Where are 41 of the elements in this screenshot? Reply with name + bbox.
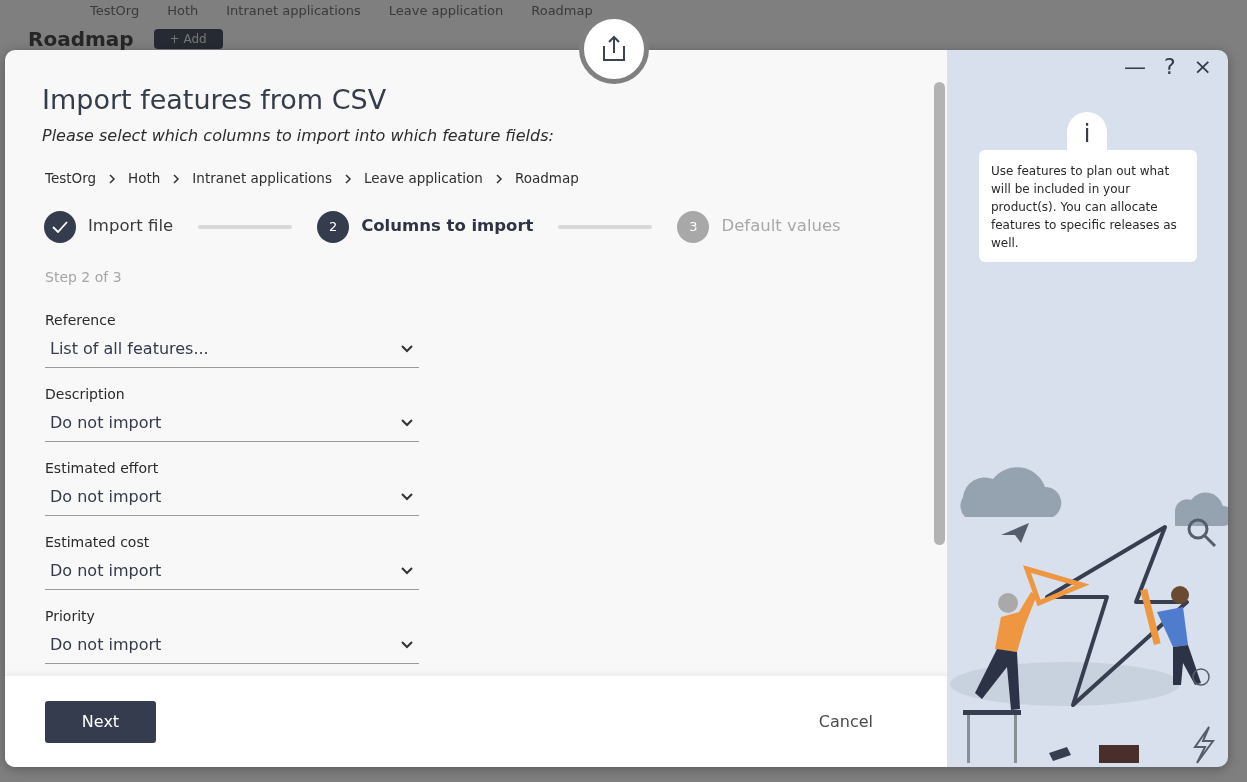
select-field[interactable]: Do not import	[45, 404, 419, 442]
help-button[interactable]: ?	[1163, 52, 1176, 82]
breadcrumb-link[interactable]: Roadmap	[514, 168, 579, 189]
dialog-title: Import features from CSV	[42, 84, 388, 117]
step-label: Import file	[88, 215, 174, 238]
field-label: Estimated effort	[45, 458, 160, 478]
chevron-icon	[172, 173, 181, 184]
field-label: Description	[45, 384, 126, 404]
page-title: Roadmap	[28, 26, 134, 53]
chevron-down-icon	[401, 640, 413, 649]
step-label: Default values	[721, 215, 841, 238]
select-field[interactable]: Do not import	[45, 478, 419, 516]
chevron-down-icon	[401, 492, 413, 501]
breadcrumb-link[interactable]: Intranet applications	[192, 168, 332, 189]
select-field[interactable]: Do not import	[45, 552, 419, 590]
close-button[interactable]: ×	[1193, 52, 1212, 82]
check-icon	[52, 220, 68, 233]
select-field[interactable]: Do not import	[45, 626, 419, 664]
chevron-icon	[108, 173, 117, 184]
cancel-button[interactable]: Cancel	[812, 708, 879, 735]
step-number: 2	[317, 210, 350, 243]
field-label: Priority	[45, 606, 96, 626]
dialog-subtitle: Please select which columns to import into which feature fields:	[42, 125, 555, 148]
breadcrumb-link[interactable]: TestOrg	[45, 168, 97, 189]
field-label: Reference	[45, 310, 117, 330]
step-counter: Step 2 of 3	[45, 267, 123, 287]
select-field[interactable]: List of all features...	[45, 330, 419, 368]
chevron-down-icon	[401, 418, 413, 427]
breadcrumb-link[interactable]: Leave application	[363, 168, 483, 189]
chevron-icon	[343, 173, 352, 184]
step-label: Columns to import	[361, 215, 534, 238]
info-tooltip: Use features to plan out what will be included in your product(s). You can allocate features to specific releases as well.	[979, 150, 1197, 262]
chevron-down-icon	[401, 344, 413, 353]
scrollbar[interactable]	[934, 82, 945, 545]
next-button[interactable]: Next	[45, 700, 156, 743]
field-label: Estimated cost	[45, 532, 151, 552]
chevron-down-icon	[401, 566, 413, 575]
chevron-icon	[494, 173, 503, 184]
minimize-button[interactable]: —	[1123, 52, 1146, 82]
breadcrumb-link[interactable]: Hoth	[128, 168, 161, 189]
step-number: 3	[677, 210, 710, 243]
